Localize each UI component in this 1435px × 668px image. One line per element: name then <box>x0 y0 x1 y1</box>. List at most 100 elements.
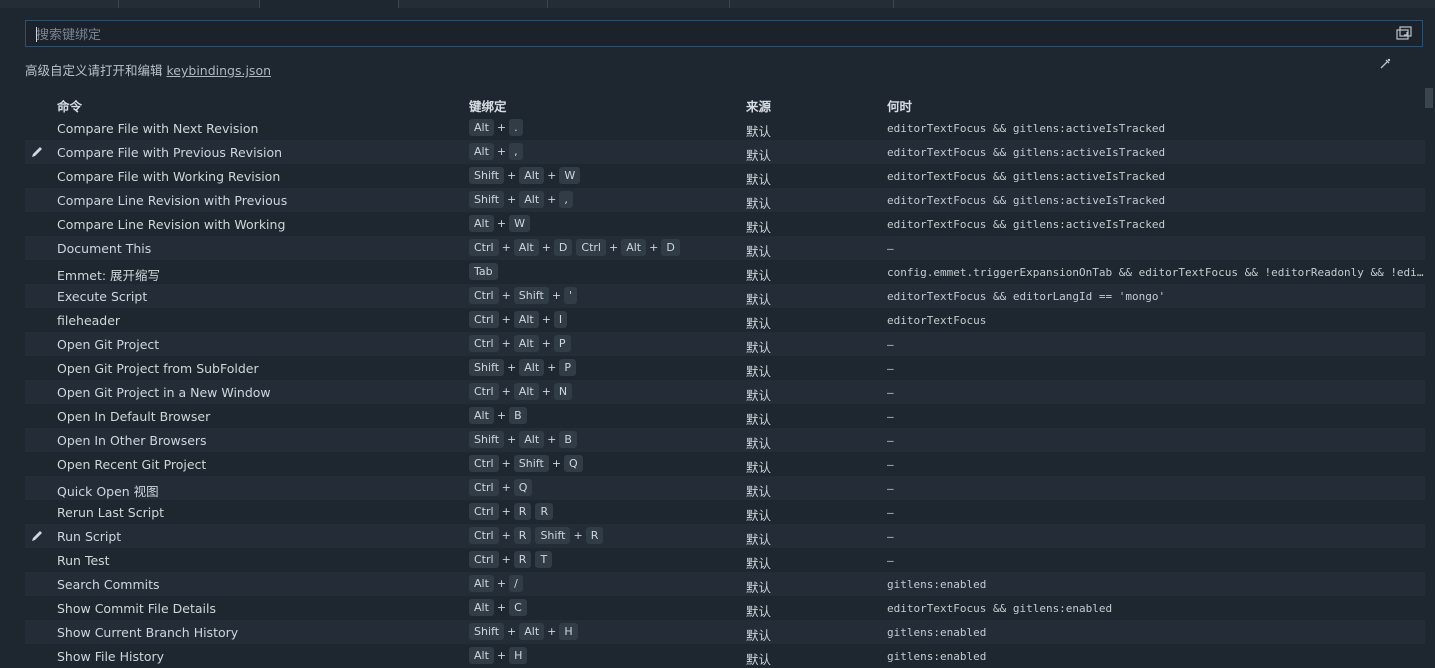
key-label: Shift <box>513 287 549 304</box>
column-header-source[interactable]: 来源 <box>746 96 771 115</box>
column-header-keybinding[interactable]: 键绑定 <box>469 96 507 115</box>
when-cell: — <box>887 338 894 351</box>
keybinding-cell: Alt +. <box>469 119 527 136</box>
command-cell: Rerun Last Script <box>57 505 165 520</box>
table-row[interactable]: Show Current Branch History Shift + Alt + H 默认… <box>25 620 1425 644</box>
source-cell: 默认 <box>746 340 772 355</box>
when-cell: — <box>887 530 894 543</box>
key-chord: Alt + W <box>469 215 531 232</box>
keybinding-cell: Ctrl + R R <box>469 503 557 520</box>
key-label: Shift <box>469 431 505 448</box>
keybinding-cell: Shift + Alt + W <box>469 167 584 184</box>
key-chord: Alt + H <box>469 647 528 664</box>
table-row[interactable]: Compare File with Previous Revision Alt +,… <box>25 140 1425 164</box>
key-label: Alt <box>519 191 545 208</box>
table-row[interactable]: Open In Default Browser Alt + B 默认 — <box>25 404 1425 428</box>
keybinding-cell: Alt + H <box>469 647 531 664</box>
table-row[interactable]: Rerun Last Script Ctrl + R R 默认 — <box>25 500 1425 524</box>
key-separator: + <box>507 361 517 374</box>
when-cell: editorTextFocus && gitlens:activeIsTrack… <box>887 146 1166 159</box>
table-row[interactable]: Run Script Ctrl + R Shift + R 默认 — <box>25 524 1425 548</box>
tab[interactable] <box>0 0 119 8</box>
command-cell: Open Git Project from SubFolder <box>57 361 259 376</box>
command-cell: Open Git Project <box>57 337 160 352</box>
key-separator: + <box>507 193 517 206</box>
table-row[interactable]: Search Commits Alt + / 默认 gitlens:enabled <box>25 572 1425 596</box>
when-cell: gitlens:enabled <box>887 626 987 639</box>
source-cell: 默认 <box>746 460 772 475</box>
vertical-scrollbar[interactable] <box>1425 88 1435 667</box>
key-label: N <box>553 383 573 400</box>
key-label: D <box>661 239 680 256</box>
keybinding-cell: Ctrl + Q <box>469 479 536 496</box>
when-cell: editorTextFocus && gitlens:activeIsTrack… <box>887 122 1166 135</box>
key-separator: + <box>541 241 551 254</box>
table-row[interactable]: Compare Line Revision with Previous Shift… <box>25 188 1425 212</box>
tab[interactable] <box>548 0 730 8</box>
key-separator: + <box>547 625 557 638</box>
key-separator: + <box>496 577 507 590</box>
table-row[interactable]: Compare Line Revision with Working Alt + W 默… <box>25 212 1425 236</box>
table-row[interactable]: Quick Open 视图 Ctrl + Q 默认 — <box>25 476 1425 500</box>
source-cell: 默认 <box>746 196 772 211</box>
command-cell: Open Git Project in a New Window <box>57 385 271 400</box>
tab[interactable] <box>399 0 548 8</box>
table-row[interactable]: Open Git Project in a New Window Ctrl + Alt… <box>25 380 1425 404</box>
table-row[interactable]: Open Recent Git Project Ctrl + Shift + Q 默认 — <box>25 452 1425 476</box>
record-keys-icon[interactable] <box>1396 26 1412 42</box>
search-input[interactable] <box>34 24 1378 46</box>
key-chord: Shift + Alt + H <box>469 623 578 640</box>
source-cell: 默认 <box>746 172 772 187</box>
table-row[interactable]: Show Commit File Details Alt + C 默认 editorTex… <box>25 596 1425 620</box>
scrollbar-thumb[interactable] <box>1425 88 1433 108</box>
key-separator: + <box>496 121 507 134</box>
tab[interactable] <box>730 0 894 8</box>
column-header-command[interactable]: 命令 <box>57 96 82 115</box>
keybinding-cell: Shift + Alt + P <box>469 359 580 376</box>
when-cell: gitlens:enabled <box>887 578 987 591</box>
key-label: , <box>509 143 523 160</box>
table-row[interactable]: fileheader Ctrl + Alt + I 默认 editorTextFocus <box>25 308 1425 332</box>
keybinding-cell: Ctrl + Shift + Q <box>469 455 587 472</box>
table-row[interactable]: Open Git Project from SubFolder Shift + Alt… <box>25 356 1425 380</box>
key-chord: Alt + B <box>469 407 527 424</box>
key-chord: Ctrl + Shift + ' <box>469 287 578 304</box>
key-separator: + <box>547 169 557 182</box>
table-row[interactable]: Open Git Project Ctrl + Alt + P 默认 — <box>25 332 1425 356</box>
keybinding-search-box[interactable] <box>25 20 1423 47</box>
keybindings-json-link[interactable]: keybindings.json <box>167 63 272 78</box>
key-separator: + <box>496 601 507 614</box>
when-cell: editorTextFocus && editorLangId == 'mong… <box>887 290 1166 303</box>
table-row[interactable]: Compare File with Working Revision Shift +… <box>25 164 1425 188</box>
column-header-when[interactable]: 何时 <box>887 96 912 115</box>
keybindings-table: 命令 键绑定 来源 何时 Compare File with Next Revi… <box>25 92 1427 668</box>
tab-active[interactable] <box>260 0 399 8</box>
key-separator: + <box>496 217 507 230</box>
when-cell: — <box>887 554 894 567</box>
key-label: ' <box>564 287 578 304</box>
key-label: / <box>509 575 523 592</box>
tab[interactable] <box>119 0 260 8</box>
key-label: H <box>559 623 578 640</box>
table-row[interactable]: Open In Other Browsers Shift + Alt + B 默认 — <box>25 428 1425 452</box>
key-separator: + <box>501 553 511 566</box>
pencil-icon[interactable] <box>30 529 44 543</box>
table-row[interactable]: Compare File with Next Revision Alt +. 默认 ed… <box>25 116 1425 140</box>
sort-icon[interactable] <box>1378 57 1392 71</box>
keybinding-cell: Ctrl + Alt + N <box>469 383 576 400</box>
table-row[interactable]: Execute Script Ctrl + Shift + ' 默认 editorTextFo… <box>25 284 1425 308</box>
table-row[interactable]: Run Test Ctrl + R T 默认 — <box>25 548 1425 572</box>
command-cell: Compare File with Next Revision <box>57 121 259 136</box>
table-row[interactable]: Show File History Alt + H 默认 gitlens:enabled <box>25 644 1425 668</box>
command-cell: Compare File with Previous Revision <box>57 145 283 160</box>
key-label: Alt <box>519 359 545 376</box>
when-cell: — <box>887 386 894 399</box>
keybinding-cell: Ctrl + R T <box>469 551 556 568</box>
key-chord: Ctrl + R <box>469 527 532 544</box>
table-row[interactable]: Emmet: 展开缩写 Tab 默认 config.emmet.triggerExpa… <box>25 260 1427 284</box>
pencil-icon[interactable] <box>30 145 44 159</box>
keybinding-cell: Ctrl + Shift + ' <box>469 287 581 304</box>
command-cell: Emmet: 展开缩写 <box>57 268 161 283</box>
table-row[interactable]: Document This Ctrl + Alt + D Ctrl + Alt + D 默认 — <box>25 236 1425 260</box>
key-label: Shift <box>469 191 505 208</box>
